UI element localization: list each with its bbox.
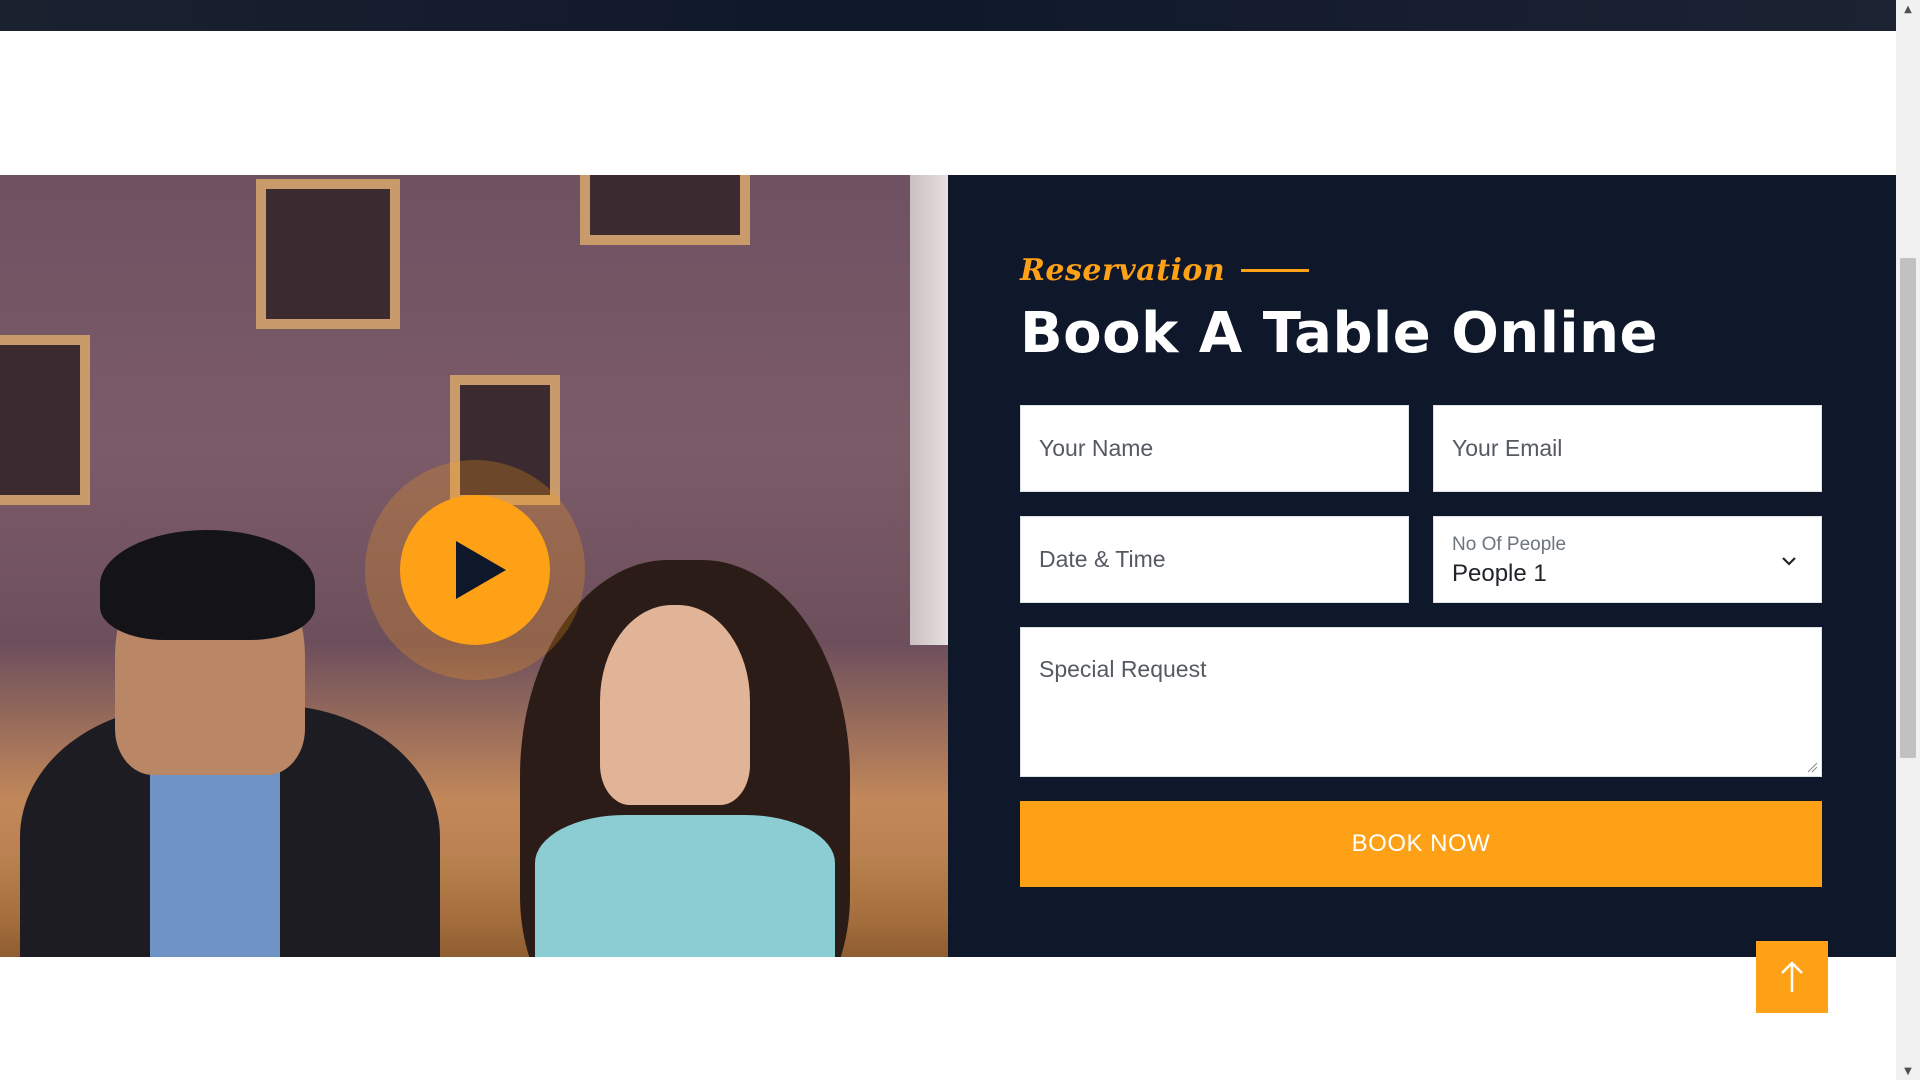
play-icon bbox=[456, 541, 506, 599]
resize-grip-icon[interactable] bbox=[1806, 761, 1818, 773]
wall-shelf bbox=[580, 175, 750, 245]
woman-dress bbox=[535, 815, 835, 957]
datetime-placeholder: Date & Time bbox=[1039, 546, 1166, 572]
datetime-field[interactable]: Date & Time bbox=[1020, 516, 1409, 603]
section-subtitle-row: Reservation bbox=[1020, 247, 1824, 293]
couple-dining-photo bbox=[0, 175, 948, 957]
vertical-scrollbar[interactable]: ▲ ▼ bbox=[1896, 0, 1920, 1080]
special-request-field[interactable]: Special Request bbox=[1020, 627, 1822, 777]
section-subtitle: Reservation bbox=[1020, 252, 1226, 288]
special-request-placeholder: Special Request bbox=[1039, 656, 1207, 682]
page: Reservation Book A Table Online Your Nam… bbox=[0, 0, 1920, 1080]
reservation-form: Your Name Your Email Date & Time No Of P… bbox=[1020, 405, 1824, 887]
reservation-form-panel: Reservation Book A Table Online Your Nam… bbox=[948, 175, 1896, 957]
wall-shelf bbox=[256, 179, 400, 329]
window-strip bbox=[910, 175, 948, 645]
reservation-section: Reservation Book A Table Online Your Nam… bbox=[0, 175, 1896, 957]
subtitle-underline bbox=[1241, 268, 1310, 272]
video-play-button[interactable] bbox=[365, 460, 585, 680]
woman-face bbox=[600, 605, 750, 805]
name-field[interactable]: Your Name bbox=[1020, 405, 1409, 492]
people-select-value: People 1 bbox=[1452, 559, 1547, 587]
name-placeholder: Your Name bbox=[1039, 435, 1154, 461]
wall-shelf bbox=[0, 335, 90, 505]
book-now-button[interactable]: BOOK NOW bbox=[1020, 801, 1822, 887]
scroll-up-arrow-icon[interactable]: ▲ bbox=[1896, 0, 1920, 18]
arrow-up-icon bbox=[1781, 961, 1803, 992]
back-to-top-button[interactable] bbox=[1756, 941, 1828, 1013]
scrollbar-thumb[interactable] bbox=[1900, 258, 1916, 758]
email-field[interactable]: Your Email bbox=[1433, 405, 1822, 492]
previous-section-band bbox=[0, 0, 1896, 31]
people-select-label: No Of People bbox=[1452, 533, 1567, 555]
section-heading: Book A Table Online bbox=[1020, 301, 1658, 366]
play-button-circle[interactable] bbox=[400, 495, 550, 645]
scroll-down-arrow-icon[interactable]: ▼ bbox=[1896, 1062, 1920, 1080]
chevron-down-icon bbox=[1782, 557, 1796, 566]
man-hair bbox=[100, 530, 315, 640]
email-placeholder: Your Email bbox=[1452, 435, 1563, 461]
people-select[interactable]: No Of People People 1 bbox=[1433, 516, 1822, 603]
